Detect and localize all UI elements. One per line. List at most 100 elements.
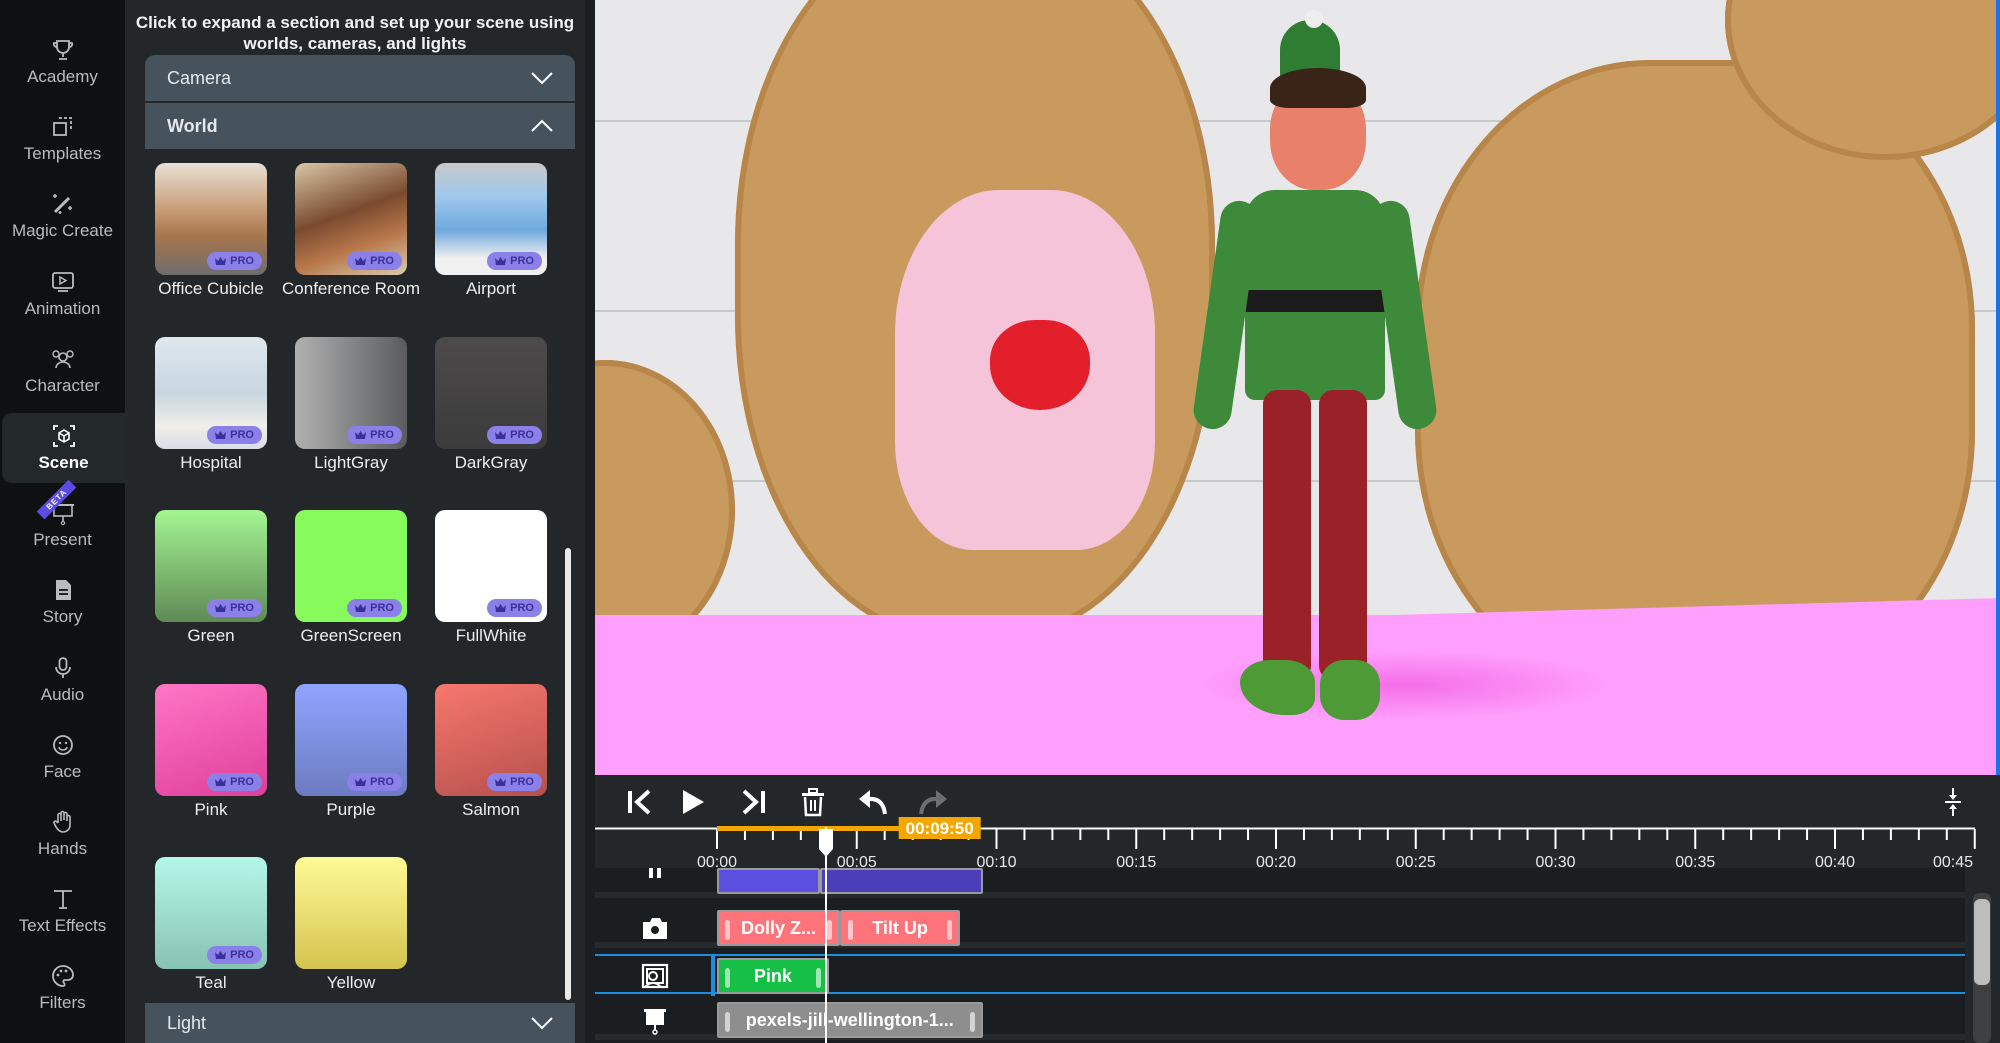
timeline-clip[interactable]: Tilt Up xyxy=(839,910,961,946)
sidebar-item-animation[interactable]: Animation xyxy=(0,259,125,329)
crown-icon xyxy=(215,777,227,786)
crown-icon xyxy=(355,430,367,439)
crown-icon xyxy=(355,604,367,612)
sidebar-item-hands[interactable]: Hands xyxy=(0,799,125,869)
world-tile-salmon[interactable]: PRO Salmon xyxy=(435,683,547,820)
world-thumbnail: PRO xyxy=(295,336,407,449)
elf-character[interactable] xyxy=(1185,10,1445,740)
hand-icon xyxy=(50,809,76,835)
playhead-line[interactable] xyxy=(825,827,827,1043)
world-thumbnail: PRO xyxy=(295,510,407,622)
pro-badge: PRO xyxy=(207,772,262,791)
timeline-clip[interactable]: pexels-jill-wellington-1... xyxy=(717,1002,983,1038)
clip-trim-handle-right[interactable] xyxy=(815,968,821,988)
track-world[interactable]: Pink xyxy=(595,954,1965,996)
undo-icon xyxy=(859,790,887,815)
clip-trim-handle-right[interactable] xyxy=(826,920,832,940)
world-tile-conference-room[interactable]: PRO Conference Room xyxy=(282,163,420,299)
track-animation[interactable] xyxy=(595,868,1965,898)
sidebar-item-audio[interactable]: Audio xyxy=(0,645,125,715)
trash-icon xyxy=(802,788,824,817)
sidebar-item-academy[interactable]: Academy xyxy=(0,27,125,97)
timeline-clip[interactable] xyxy=(820,868,983,894)
sidebar-item-templates[interactable]: Templates xyxy=(0,104,125,174)
pause-bars-icon xyxy=(595,868,715,908)
pro-label: PRO xyxy=(230,775,254,788)
sidebar-item-label: Templates xyxy=(23,144,102,164)
redo-button[interactable] xyxy=(915,787,951,817)
pro-label: PRO xyxy=(230,255,254,267)
sidebar-item-present[interactable]: BETA Present xyxy=(0,479,125,560)
camera-icon xyxy=(595,908,715,948)
collapse-timeline-button[interactable] xyxy=(1935,787,1971,817)
sidebar-item-magic-create[interactable]: Magic Create xyxy=(0,181,125,251)
sidebar-item-label: Audio xyxy=(40,684,85,704)
world-tile-teal[interactable]: PRO Teal xyxy=(155,857,267,993)
world-tile-pink[interactable]: PRO Pink xyxy=(155,683,267,820)
panel-scrollbar[interactable] xyxy=(565,548,571,1000)
clip-trim-handle-left[interactable] xyxy=(725,968,730,988)
undo-button[interactable] xyxy=(855,787,891,817)
tracks-area: Dolly Z... Tilt Up Pink pexels-jill-welling… xyxy=(595,868,1965,1043)
play-icon xyxy=(683,790,704,814)
play-button[interactable] xyxy=(675,787,711,817)
clip-trim-handle-right[interactable] xyxy=(947,920,953,940)
world-tile-darkgray[interactable]: PRO DarkGray xyxy=(435,336,547,473)
pro-badge: PRO xyxy=(207,425,262,444)
sidebar-item-text-effects[interactable]: Text Effects xyxy=(0,876,125,946)
sidebar-item-label: Character xyxy=(25,375,100,395)
sidebar-item-label: Text Effects xyxy=(18,916,107,936)
timeline: 00:00 00:05 00:10 00:15 00:20 00:25 00:30 00:35… xyxy=(595,775,2000,1043)
skip-to-start-button[interactable] xyxy=(622,787,658,817)
scene-preview[interactable] xyxy=(595,0,2000,775)
world-tile-purple[interactable]: PRO Purple xyxy=(295,683,407,820)
document-icon xyxy=(50,577,76,603)
track-background[interactable]: pexels-jill-wellington-1... xyxy=(595,1000,1965,1040)
pro-badge: PRO xyxy=(207,946,262,964)
clip-trim-handle-left[interactable] xyxy=(725,1012,730,1032)
timeline-clip[interactable]: Pink xyxy=(717,958,829,994)
panel-hint: Click to expand a section and set up you… xyxy=(135,13,575,53)
sidebar-item-label: Story xyxy=(42,607,83,627)
presentation-icon: BETA xyxy=(36,479,76,526)
section-world[interactable]: World xyxy=(145,103,575,149)
world-thumbnail: PRO xyxy=(155,510,267,622)
magic-wand-icon xyxy=(50,191,76,217)
pro-label: PRO xyxy=(510,428,534,441)
world-tile-label: LightGray xyxy=(314,452,388,472)
pro-badge: PRO xyxy=(347,252,402,270)
world-tile-fullwhite[interactable]: PRO FullWhite xyxy=(435,510,547,646)
clip-trim-handle-right[interactable] xyxy=(969,1012,975,1032)
timeline-clip[interactable] xyxy=(717,868,821,894)
world-thumbnail: PRO xyxy=(155,857,267,969)
clip-trim-handle-left[interactable] xyxy=(725,920,730,940)
world-tile-greenscreen[interactable]: PRO GreenScreen xyxy=(295,510,407,646)
pro-badge: PRO xyxy=(207,252,262,270)
timeline-scrollbar-thumb[interactable] xyxy=(1974,899,1990,985)
section-light[interactable]: Light xyxy=(145,1003,575,1043)
smiley-face-icon xyxy=(50,732,76,758)
section-camera[interactable]: Camera xyxy=(145,55,575,101)
world-tile-label: Salmon xyxy=(462,799,520,819)
world-tile-airport[interactable]: PRO Airport xyxy=(435,163,547,299)
world-tile-lightgray[interactable]: PRO LightGray xyxy=(295,336,407,473)
track-camera[interactable]: Dolly Z... Tilt Up xyxy=(595,908,1965,948)
sidebar-item-label: Academy xyxy=(27,67,98,86)
skip-end-icon xyxy=(742,789,765,815)
world-tile-hospital[interactable]: PRO Hospital xyxy=(155,336,267,473)
delete-button[interactable] xyxy=(795,787,831,817)
section-light-label: Light xyxy=(167,1012,207,1033)
pro-badge: PRO xyxy=(487,599,542,617)
sidebar-item-scene[interactable]: Scene xyxy=(2,413,125,483)
world-tile-yellow[interactable]: Yellow xyxy=(295,857,407,993)
skip-to-end-button[interactable] xyxy=(735,787,771,817)
sidebar-item-character[interactable]: Character xyxy=(0,336,125,406)
timeline-clip[interactable]: Dolly Z... xyxy=(717,910,840,946)
world-tile-green[interactable]: PRO Green xyxy=(155,510,267,646)
sidebar-item-story[interactable]: Story xyxy=(0,567,125,637)
clip-trim-handle-left[interactable] xyxy=(847,920,853,940)
world-tile-office-cubicle[interactable]: PRO Office Cubicle xyxy=(155,163,267,299)
sidebar-item-filters[interactable]: Filters xyxy=(0,953,125,1023)
world-tile-label: FullWhite xyxy=(455,626,527,645)
sidebar-item-face[interactable]: Face xyxy=(0,722,125,792)
